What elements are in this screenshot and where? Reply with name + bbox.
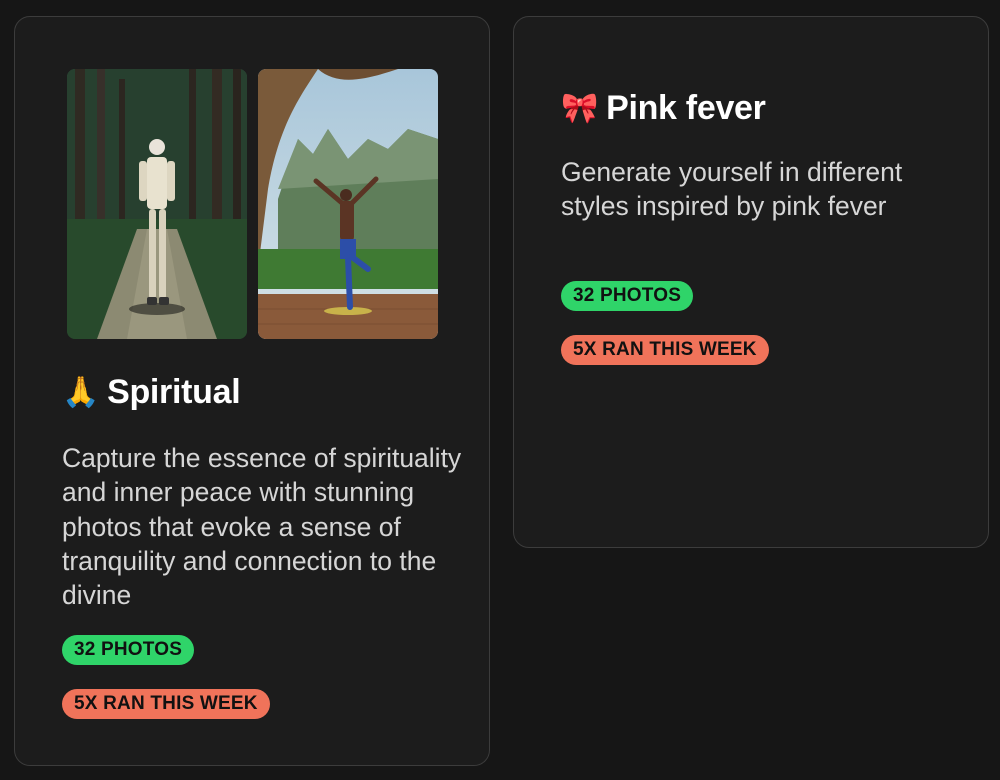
runs-this-week-badge: 5X RAN THIS WEEK (561, 335, 769, 365)
card-spiritual[interactable]: 🙏 Spiritual Capture the essence of spiri… (14, 16, 490, 766)
card-description: Generate yourself in different styles in… (561, 157, 903, 222)
card-title: 🎀 Pink fever (561, 89, 766, 128)
card-description: Capture the essence of spirituality and … (62, 443, 462, 611)
ribbon-icon: 🎀 (561, 91, 599, 125)
card-pink-fever[interactable]: 🎀 Pink fever Generate yourself in differ… (513, 16, 989, 548)
preview-image-mountain-yoga (258, 69, 438, 339)
card-title: 🙏 Spiritual (62, 373, 241, 412)
preview-images (67, 69, 439, 339)
photos-count-badge: 32 PHOTOS (62, 635, 195, 665)
praying-hands-icon: 🙏 (62, 375, 100, 409)
runs-this-week-badge: 5X RAN THIS WEEK (62, 689, 270, 719)
photos-count-badge: 32 PHOTOS (561, 281, 694, 311)
card-title-text: Spiritual (107, 373, 241, 411)
preview-image-forest-walk (67, 69, 247, 339)
card-title-text: Pink fever (606, 89, 766, 127)
